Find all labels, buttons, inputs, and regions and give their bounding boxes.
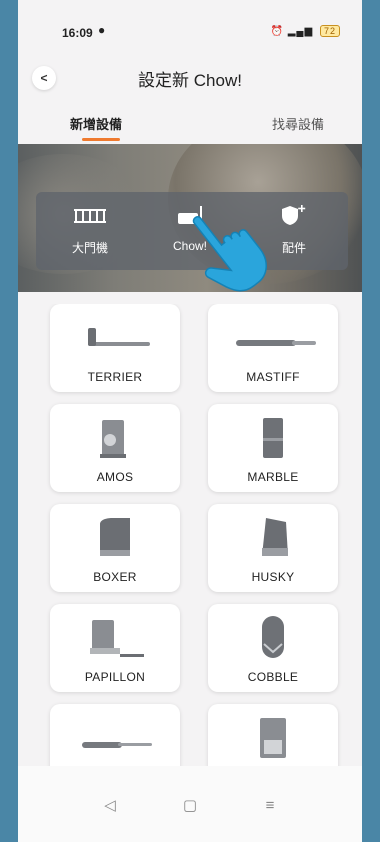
- nav-home-icon[interactable]: ▢: [170, 786, 210, 826]
- device-card-cobble[interactable]: COBBLE: [208, 604, 338, 692]
- device-label: BOXER: [93, 570, 137, 584]
- device-card-9[interactable]: [50, 704, 180, 766]
- status-time: 16:09: [62, 26, 93, 40]
- device-label: AMOS: [96, 470, 134, 484]
- battery-icon: 72: [319, 25, 340, 37]
- slim-actuator-icon: [236, 340, 316, 346]
- device-card-papillon[interactable]: PAPILLON: [50, 604, 180, 692]
- category-gate-label: 大門機: [71, 241, 108, 255]
- underground-motor-icon: [90, 620, 144, 657]
- category-gate-opener[interactable]: 大門機: [50, 204, 130, 256]
- page-title: 設定新 Chow!: [138, 71, 242, 90]
- phone-screen: 16:09 ● ⏰ ▂▄▆ 72 < 設定新 Chow! 新增設備 找尋設備 大…: [18, 0, 362, 842]
- signal-icon: ▂▄▆: [287, 26, 314, 37]
- cabinet-icon: [263, 418, 283, 458]
- device-label: MARBLE: [247, 470, 299, 484]
- gate-icon: [74, 209, 106, 223]
- nav-menu-icon[interactable]: ≡: [250, 786, 290, 826]
- tab-add-device[interactable]: 新增設備: [70, 114, 122, 133]
- device-card-marble[interactable]: MARBLE: [208, 404, 338, 492]
- status-icons: ⏰ ▂▄▆ 72: [270, 25, 340, 37]
- device-card-mastiff[interactable]: MASTIFF: [208, 304, 338, 392]
- tap-hand-icon: [192, 216, 267, 292]
- device-label: MASTIFF: [246, 370, 300, 384]
- sliding-motor-icon: [100, 518, 130, 556]
- tab-active-indicator: [82, 138, 120, 141]
- status-bar: 16:09 ● ⏰ ▂▄▆ 72: [18, 0, 362, 60]
- device-card-husky[interactable]: HUSKY: [208, 504, 338, 592]
- device-label: COBBLE: [247, 670, 299, 684]
- device-label: TERRIER: [87, 370, 143, 384]
- device-label: HUSKY: [251, 570, 295, 584]
- chat-notification-icon: ●: [98, 23, 106, 37]
- device-card-boxer[interactable]: BOXER: [50, 504, 180, 592]
- rounded-housing-icon: [262, 616, 284, 658]
- tab-find-device[interactable]: 找尋設備: [272, 114, 324, 133]
- angled-motor-icon: [262, 518, 288, 556]
- bar-actuator-icon: [88, 328, 150, 346]
- pen-actuator-icon: [82, 742, 152, 748]
- tab-bar: 新增設備 找尋設備: [18, 106, 362, 144]
- device-card-amos[interactable]: AMOS: [50, 404, 180, 492]
- nav-back-icon[interactable]: ◁: [90, 786, 130, 826]
- system-nav-bar: ◁ ▢ ≡: [18, 766, 362, 842]
- device-label: PAPILLON: [84, 670, 146, 684]
- motor-box-icon: [100, 420, 126, 458]
- alarm-icon: ⏰: [270, 26, 284, 37]
- hero-banner: 大門機 Chow! 配件: [18, 144, 362, 292]
- device-card-terrier[interactable]: TERRIER: [50, 304, 180, 392]
- header: < 設定新 Chow!: [18, 58, 362, 98]
- device-card-10[interactable]: [208, 704, 338, 766]
- control-box-icon: [260, 718, 286, 758]
- device-grid: TERRIER MASTIFF AMOS MARBLE BOXER HUSKY …: [18, 304, 362, 766]
